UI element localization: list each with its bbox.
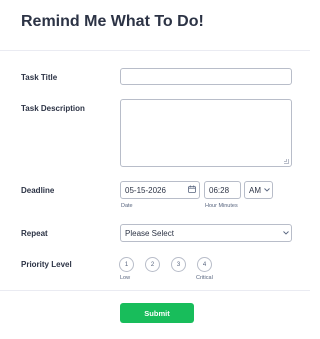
priority-low-label: Low xyxy=(120,275,131,281)
priority-option-1[interactable]: 1 xyxy=(119,257,134,272)
submit-button[interactable]: Submit xyxy=(120,303,194,323)
chevron-down-icon xyxy=(282,229,289,236)
footer-divider xyxy=(0,290,310,291)
time-value: 06:28 xyxy=(209,185,230,195)
repeat-label: Repeat xyxy=(21,229,48,238)
time-sublabel: Hour Minutes xyxy=(205,203,238,209)
priority-critical-label: Critical xyxy=(196,275,213,281)
form-header: Remind Me What To Do! xyxy=(0,0,310,51)
repeat-value: Please Select xyxy=(125,228,174,238)
priority-label: Priority Level xyxy=(21,260,72,269)
form-title: Remind Me What To Do! xyxy=(21,13,204,30)
ampm-value: AM xyxy=(249,185,261,195)
chevron-down-icon xyxy=(263,186,270,193)
task-description-textarea[interactable] xyxy=(120,99,292,167)
date-value: 05-15-2026 xyxy=(125,185,166,195)
deadline-label: Deadline xyxy=(21,186,55,195)
task-title-input[interactable] xyxy=(120,68,292,85)
task-description-label: Task Description xyxy=(21,104,85,113)
priority-option-2[interactable]: 2 xyxy=(145,257,160,272)
calendar-icon[interactable] xyxy=(187,184,197,194)
task-title-label: Task Title xyxy=(21,73,58,82)
time-input[interactable]: 06:28 xyxy=(204,181,241,199)
date-sublabel: Date xyxy=(121,203,133,209)
priority-option-4[interactable]: 4 xyxy=(197,257,212,272)
priority-option-3[interactable]: 3 xyxy=(171,257,186,272)
resize-handle[interactable] xyxy=(284,159,289,164)
repeat-select[interactable]: Please Select xyxy=(120,224,292,242)
